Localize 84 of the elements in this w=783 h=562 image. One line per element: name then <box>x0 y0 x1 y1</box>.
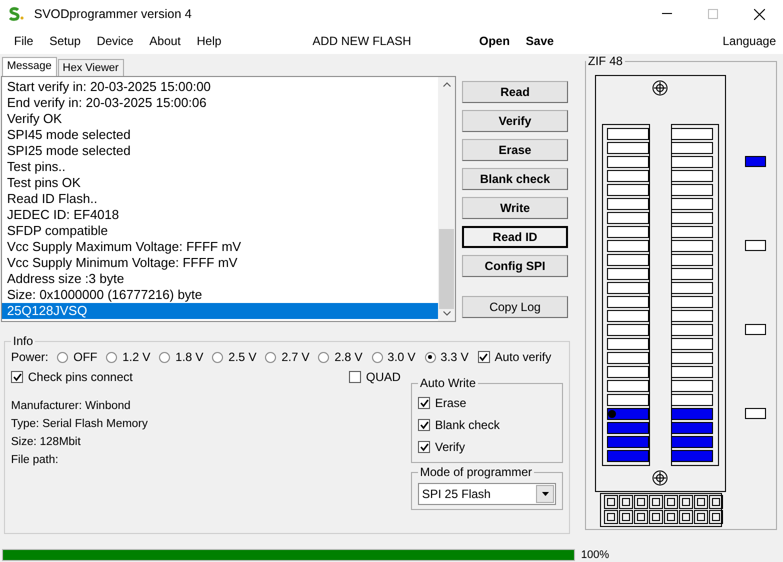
info-text: Manufacturer: Winbond <box>11 400 132 412</box>
group-title: Info <box>12 334 34 348</box>
radio-button[interactable] <box>318 352 330 362</box>
maximize-icon <box>708 9 718 19</box>
radio-label: 1.2 V <box>122 350 150 364</box>
action-button[interactable]: Config SPI <box>462 255 568 277</box>
checkbox[interactable] <box>418 441 430 453</box>
add-flash-menu[interactable]: ADD NEW FLASH <box>304 34 420 48</box>
radio-label: 3.0 V <box>388 350 416 364</box>
action-button[interactable]: Blank check <box>462 168 568 190</box>
checkbox[interactable] <box>418 397 430 409</box>
radio-label: 1.8 V <box>175 350 204 364</box>
log-line[interactable]: Verify OK <box>2 111 438 127</box>
radio-button[interactable] <box>57 352 68 362</box>
progress-text: 100% <box>581 549 610 561</box>
log-line[interactable]: SPI45 mode selected <box>2 127 438 143</box>
checkbox-label: Erase <box>435 396 466 410</box>
menu-item[interactable]: Help <box>188 34 230 48</box>
pin-marker <box>608 410 616 418</box>
save-menu[interactable]: Save <box>518 34 562 48</box>
log-line[interactable]: SPI25 mode selected <box>2 143 438 159</box>
log-line[interactable]: SFDP compatible <box>2 223 438 239</box>
radio-button[interactable] <box>106 352 118 362</box>
info-text: Size: 128Mbit <box>11 436 82 448</box>
log-line[interactable]: Vcc Supply Maximum Voltage: FFFF mV <box>2 239 438 255</box>
log-line[interactable]: Test pins.. <box>2 159 438 175</box>
log-line[interactable]: Address size :3 byte <box>2 271 438 287</box>
checkbox-label: Auto verify <box>494 350 552 364</box>
info-text: File path: <box>11 454 60 466</box>
menu-item[interactable]: Setup <box>41 34 89 48</box>
radio-label: OFF <box>73 350 98 364</box>
action-button[interactable]: Erase <box>462 139 568 161</box>
checkbox[interactable] <box>418 419 430 431</box>
action-button[interactable]: Write <box>462 197 568 219</box>
scroll-up-icon[interactable] <box>442 82 450 87</box>
close-icon[interactable] <box>754 8 765 20</box>
group-title: Auto Write <box>419 376 477 390</box>
checkbox-label: Verify <box>435 440 466 454</box>
language-menu[interactable]: Language <box>714 34 783 48</box>
checkbox-label: Blank check <box>435 418 500 432</box>
checkbox[interactable] <box>478 351 490 363</box>
radio-button[interactable] <box>424 352 436 362</box>
checkbox-label: Check pins connect <box>28 370 133 384</box>
screw-icon <box>652 80 668 96</box>
menu-item[interactable]: About <box>141 34 189 48</box>
minimize-icon[interactable] <box>662 13 672 15</box>
group-title: Mode of programmer <box>419 465 534 479</box>
radio-button[interactable] <box>265 352 276 362</box>
log-line[interactable]: Test pins OK <box>2 175 438 191</box>
tab[interactable]: Hex Viewer <box>58 59 124 76</box>
tab[interactable]: Message <box>2 57 57 76</box>
screw-icon <box>652 470 668 486</box>
scrollbar[interactable] <box>438 77 455 321</box>
radio-label: 2.8 V <box>334 350 363 364</box>
group-title: ZIF 48 <box>587 54 624 68</box>
dropdown-arrow-icon <box>542 492 548 496</box>
scroll-down-icon[interactable] <box>442 311 450 316</box>
checkbox[interactable] <box>11 371 23 383</box>
checkbox-label: QUAD <box>366 370 401 384</box>
action-button[interactable]: Read ID <box>462 226 568 248</box>
log-line[interactable]: JEDEC ID: EF4018 <box>2 207 438 223</box>
menu-item[interactable]: File <box>6 34 42 48</box>
checkbox[interactable] <box>349 371 361 383</box>
log-line[interactable]: Start verify in: 20-03-2025 15:00:00 <box>2 79 438 95</box>
radio-button[interactable] <box>159 352 170 362</box>
window-title: SVODprogrammer version 4 <box>34 7 192 21</box>
mode-dropdown[interactable]: SPI 25 Flash <box>418 483 556 505</box>
radio-label: 2.7 V <box>281 350 310 364</box>
log-line[interactable]: Size: 0x1000000 (16777216) byte <box>2 287 438 303</box>
radio-button[interactable] <box>372 352 383 362</box>
radio-button[interactable] <box>212 352 224 362</box>
action-button[interactable]: Read <box>462 81 568 103</box>
app-logo-icon <box>8 7 24 21</box>
log-line[interactable]: Vcc Supply Minimum Voltage: FFFF mV <box>2 255 438 271</box>
menu-item[interactable]: Device <box>88 34 142 48</box>
log-line[interactable]: End verify in: 20-03-2025 15:00:06 <box>2 95 438 111</box>
action-button[interactable]: Verify <box>462 110 568 132</box>
open-menu[interactable]: Open <box>471 34 518 48</box>
radio-label: 2.5 V <box>228 350 256 364</box>
radio-label: 3.3 V <box>440 350 469 364</box>
copy-log-button[interactable]: Copy Log <box>462 296 568 318</box>
info-text: Type: Serial Flash Memory <box>11 418 149 430</box>
log-line[interactable]: Read ID Flash.. <box>2 191 438 207</box>
power-label: Power: <box>11 350 48 364</box>
